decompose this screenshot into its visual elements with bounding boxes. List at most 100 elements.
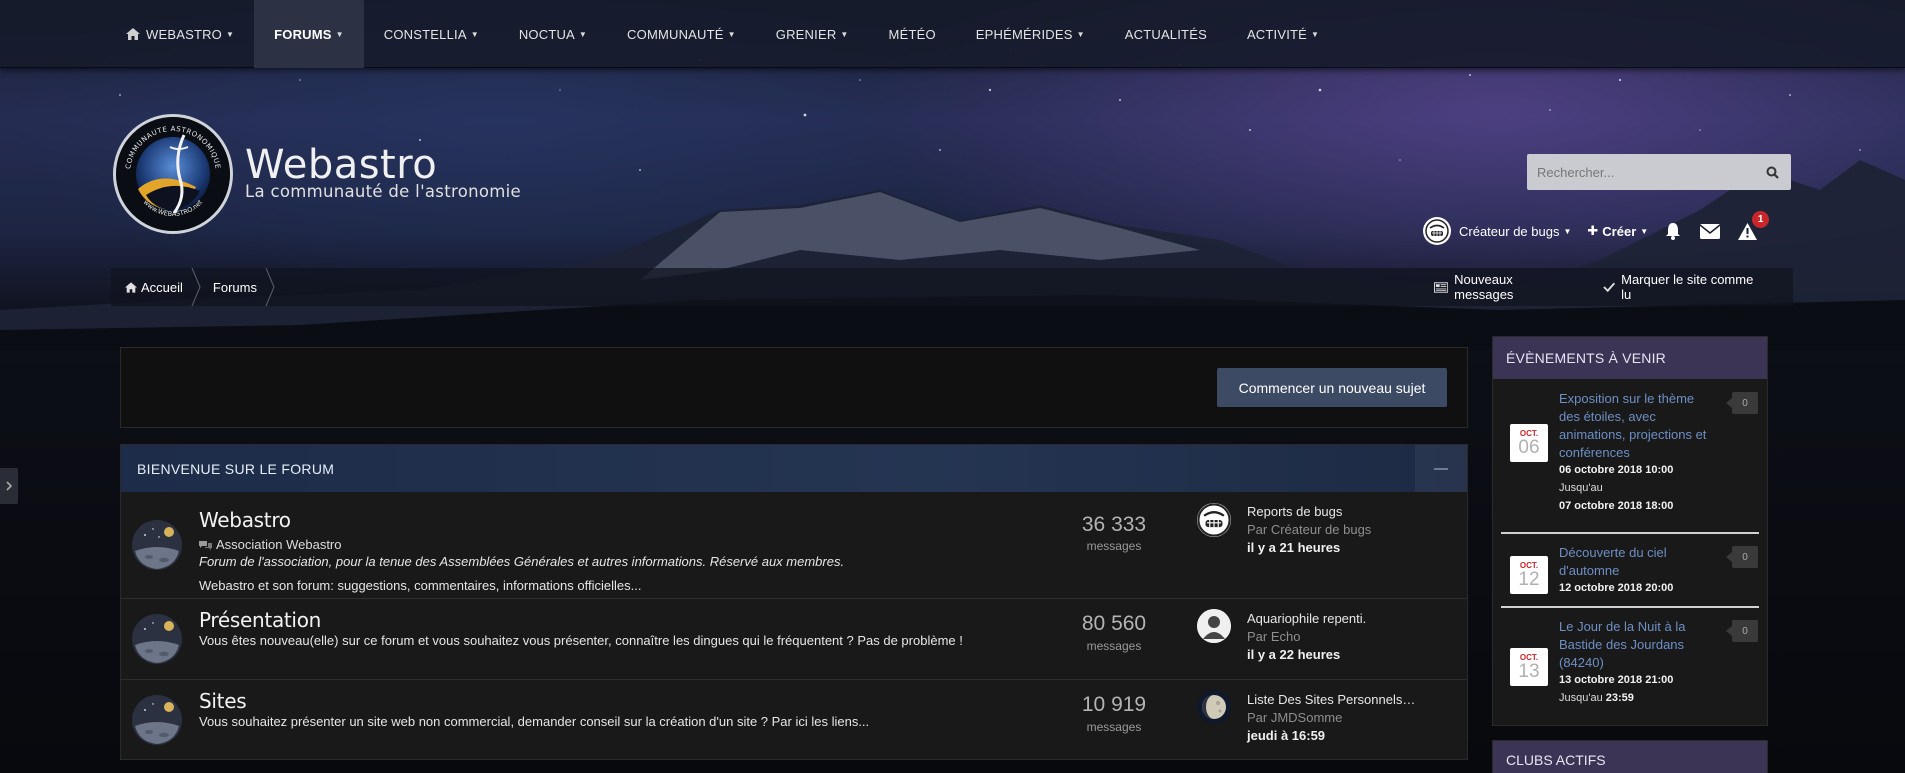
nav-item-actualites[interactable]: ACTUALITÉS <box>1105 0 1227 68</box>
caret-down-icon: ▼ <box>1311 29 1320 39</box>
nav-item-grenier[interactable]: GRENIER ▼ <box>756 0 869 68</box>
last-post-title[interactable]: Reports de bugs <box>1247 504 1342 519</box>
search-box <box>1527 154 1791 190</box>
site-logo[interactable]: COMMUNAUTE ASTRONOMIQUE www.WEBASTRO.net <box>113 114 233 234</box>
nav-item-meteo[interactable]: MÉTÉO <box>869 0 956 68</box>
forum-title[interactable]: Webastro <box>199 508 291 532</box>
notifications-button[interactable] <box>1664 222 1682 240</box>
last-post-author[interactable]: Par Créateur de bugs <box>1247 522 1371 537</box>
forum-row: Présentation Vous êtes nouveau(elle) sur… <box>121 599 1467 680</box>
event-item: OCT. 06 Exposition sur le thème des étoi… <box>1501 390 1759 514</box>
breadcrumb-actions: Nouveaux messages Marquer le site comme … <box>1434 268 1793 306</box>
event-date-icon: OCT. 12 <box>1510 556 1548 594</box>
event-until: Jusqu'au <box>1559 482 1603 494</box>
message-count: 36 333 <box>1081 513 1147 536</box>
event-reply-count: 0 <box>1726 620 1758 642</box>
main-navigation: WEBASTRO ▼ FORUMS ▼ CONSTELLIA ▼ NOCTUA … <box>0 0 1905 68</box>
home-icon <box>126 28 140 40</box>
caret-down-icon: ▼ <box>470 29 479 39</box>
newspaper-icon <box>1434 281 1449 293</box>
nav-label: WEBASTRO <box>146 26 222 42</box>
nav-item-webastro[interactable]: WEBASTRO ▼ <box>106 0 254 68</box>
message-count-label: messages <box>1086 539 1142 553</box>
moon-forum-icon <box>132 695 182 745</box>
create-label: Créer <box>1602 223 1637 239</box>
chevron-right-icon <box>6 481 12 491</box>
nav-item-activite[interactable]: ACTIVITÉ ▼ <box>1227 0 1339 68</box>
alerts-button[interactable]: 1 <box>1738 210 1770 240</box>
nav-item-communaute[interactable]: COMMUNAUTÉ ▼ <box>607 0 756 68</box>
caret-down-icon: ▼ <box>226 29 235 39</box>
caret-down-icon: ▼ <box>578 29 588 39</box>
last-post-time: il y a 22 heures <box>1247 647 1341 662</box>
category-header: BIENVENUE SUR LE FORUM <box>121 445 1467 492</box>
messages-button[interactable] <box>1700 223 1721 239</box>
last-post-author[interactable]: Par JMDSomme <box>1247 710 1342 725</box>
event-title[interactable]: Exposition sur le thème des étoiles, ave… <box>1559 390 1709 462</box>
last-post-avatar[interactable] <box>1197 609 1231 643</box>
breadcrumb-separator-icon <box>265 268 275 306</box>
caret-down-icon: ▼ <box>1640 226 1649 236</box>
caret-down-icon: ▼ <box>840 29 849 39</box>
event-day: 12 <box>1518 569 1540 590</box>
mark-read-label: Marquer le site comme lu <box>1621 272 1754 302</box>
forum-description: Vous êtes nouveau(elle) sur ce forum et … <box>199 633 963 648</box>
breadcrumb-home[interactable]: Accueil <box>125 268 201 306</box>
nav-label: ACTIVITÉ <box>1246 26 1308 42</box>
user-menu[interactable]: Créateur de bugs ▼ <box>1423 217 1571 245</box>
sidebar-toggle-button[interactable] <box>0 468 18 504</box>
forum-row: Webastro Association Webastro Forum de l… <box>121 492 1467 599</box>
event-item: OCT. 13 Le Jour de la Nuit à la Bastide … <box>1501 618 1759 706</box>
new-messages-link[interactable]: Nouveaux messages <box>1434 272 1569 302</box>
breadcrumb-label: Forums <box>212 279 257 295</box>
home-icon <box>125 281 137 293</box>
nav-item-forums[interactable]: FORUMS ▼ <box>254 0 364 68</box>
collapse-button[interactable] <box>1415 445 1467 492</box>
last-post-author[interactable]: Par Echo <box>1247 629 1300 644</box>
forum-row: Sites Vous souhaitez présenter un site w… <box>121 680 1467 760</box>
active-clubs-widget-title: CLUBS ACTIFS <box>1492 740 1768 773</box>
nav-item-ephemerides[interactable]: EPHÉMÉRIDES ▼ <box>956 0 1105 68</box>
nav-item-constellia[interactable]: CONSTELLIA ▼ <box>364 0 499 68</box>
create-menu[interactable]: ✚ Créer ▼ <box>1587 223 1648 239</box>
new-topic-button[interactable]: Commencer un nouveau sujet <box>1217 368 1447 407</box>
search-button[interactable] <box>1757 154 1787 190</box>
event-title[interactable]: Le Jour de la Nuit à la Bastide des Jour… <box>1559 618 1709 672</box>
nav-label: COMMUNAUTÉ <box>627 26 724 42</box>
moon-forum-icon <box>132 520 182 570</box>
last-post-avatar[interactable] <box>1197 690 1231 724</box>
search-input[interactable] <box>1527 154 1757 190</box>
forum-title[interactable]: Présentation <box>199 608 321 632</box>
mark-read-link[interactable]: Marquer le site comme lu <box>1603 272 1759 302</box>
forum-description-italic: Forum de l'association, pour la tenue de… <box>199 554 845 569</box>
event-title[interactable]: Découverte du ciel d'automne <box>1559 544 1709 580</box>
message-count: 10 919 <box>1081 693 1147 716</box>
user-avatar <box>1423 217 1451 245</box>
last-post-title[interactable]: Liste Des Sites Personnels… <box>1247 692 1415 707</box>
default-user-icon <box>1197 609 1231 643</box>
nav-item-noctua[interactable]: NOCTUA ▼ <box>499 0 607 68</box>
event-end: 07 octobre 2018 18:00 <box>1559 500 1674 512</box>
message-count-label: messages <box>1086 639 1142 653</box>
last-post-title[interactable]: Aquariophile repenti. <box>1247 611 1366 626</box>
event-start: 13 octobre 2018 21:00 <box>1559 674 1674 686</box>
breadcrumb-bar: Accueil Forums Nouveaux messages Marquer… <box>111 268 1793 306</box>
nav-label: EPHÉMÉRIDES <box>975 26 1073 42</box>
message-count-label: messages <box>1086 720 1142 734</box>
event-reply-count: 0 <box>1726 392 1758 414</box>
last-post-avatar[interactable] <box>1197 503 1231 537</box>
message-count: 80 560 <box>1081 612 1147 635</box>
last-post-time: il y a 21 heures <box>1247 540 1341 555</box>
event-day: 13 <box>1518 661 1540 682</box>
subforum-label: Association Webastro <box>216 537 342 552</box>
nav-label: FORUMS <box>274 26 332 42</box>
subforum-link[interactable]: Association Webastro <box>199 537 342 552</box>
nav-label: NOCTUA <box>518 26 575 42</box>
event-divider <box>1501 606 1759 608</box>
bug-face-icon <box>1197 503 1231 537</box>
moon-forum-icon <box>132 614 182 664</box>
breadcrumb-forums[interactable]: Forums <box>201 268 275 306</box>
event-date-icon: OCT. 13 <box>1510 648 1548 686</box>
caret-down-icon: ▼ <box>727 29 736 39</box>
forum-title[interactable]: Sites <box>199 689 247 713</box>
